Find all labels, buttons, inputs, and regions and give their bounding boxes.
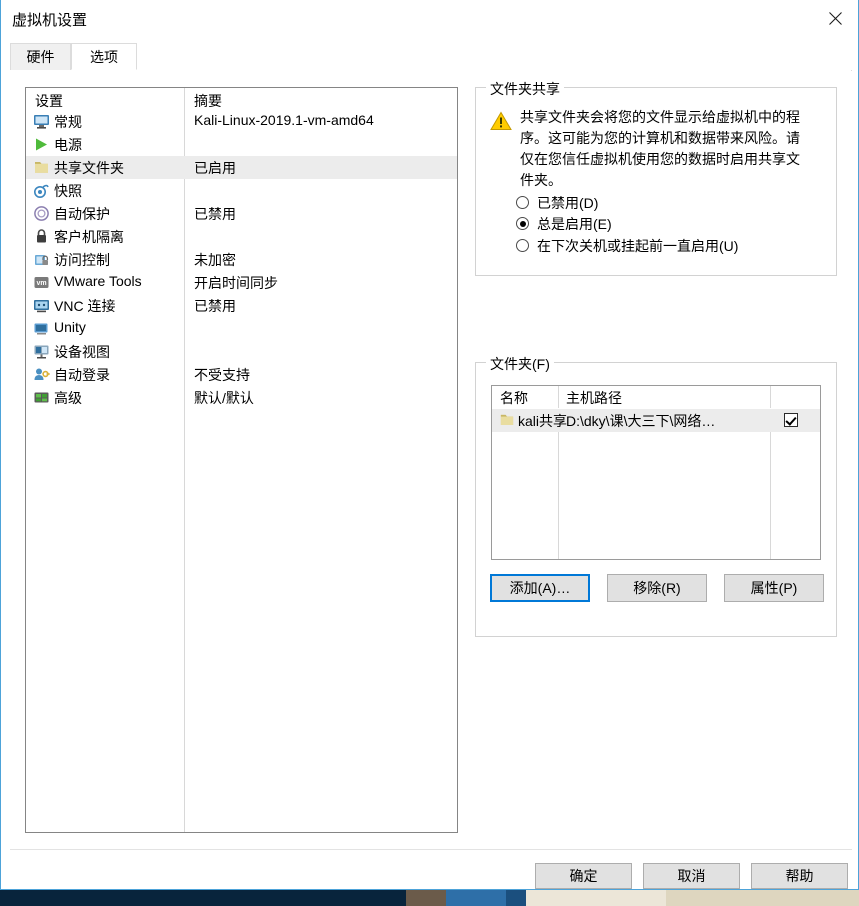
settings-row-summary: 未加密 [194, 252, 236, 268]
content-area: 设置 摘要 常规 Kali-Linux-2019.1-vm-amd64 电源 共… [10, 70, 851, 844]
vm-settings-window: 虚拟机设置 硬件 选项 设置 摘要 常规 Kali-Linux-2019.1-v… [0, 0, 859, 890]
folders-row-host-path: D:\dky\课\大三下\网络… [566, 413, 716, 429]
desktop-region-left [0, 890, 406, 906]
close-button[interactable] [812, 0, 858, 36]
ok-button[interactable]: 确定 [535, 863, 632, 889]
settings-row-summary: 开启时间同步 [194, 275, 278, 291]
settings-list[interactable]: 设置 摘要 常规 Kali-Linux-2019.1-vm-amd64 电源 共… [25, 87, 458, 833]
desktop-region-b [406, 890, 446, 906]
settings-row-label: VNC 连接 [54, 298, 116, 314]
desktop-background-strip [0, 890, 859, 906]
desktop-region-c [446, 890, 506, 906]
settings-list-header: 设置 摘要 [26, 88, 457, 110]
settings-row-guest-isolation[interactable]: 客户机隔离 [26, 225, 457, 248]
tab-hardware[interactable]: 硬件 [10, 43, 71, 70]
settings-row-shared-folders[interactable]: 共享文件夹 已启用 [26, 156, 457, 179]
folder-sharing-warning-text: 共享文件夹会将您的文件显示给虚拟机中的程序。这可能为您的计算机和数据带来风险。请… [520, 109, 800, 188]
monitor-icon [33, 113, 50, 130]
settings-row-advanced[interactable]: 高级 默认/默认 [26, 386, 457, 409]
close-icon [828, 11, 842, 25]
remove-folder-button[interactable]: 移除(R) [607, 574, 707, 602]
settings-row-unity[interactable]: Unity [26, 317, 457, 340]
settings-row-label: 共享文件夹 [54, 160, 124, 176]
settings-row-label: 快照 [54, 183, 82, 199]
settings-row-general[interactable]: 常规 Kali-Linux-2019.1-vm-amd64 [26, 110, 457, 133]
tab-strip: 硬件 选项 [10, 43, 852, 71]
settings-row-label: 高级 [54, 390, 82, 406]
settings-row-access-control[interactable]: 访问控制 未加密 [26, 248, 457, 271]
settings-row-label: 客户机隔离 [54, 229, 124, 245]
settings-row-label: VMware Tools [54, 273, 142, 289]
unity-icon [33, 320, 50, 337]
radio-always-enabled-label: 总是启用(E) [537, 216, 612, 232]
folders-group: 文件夹(F) 名称 主机路径 kali共享 D:\dky\课\大三下\网络… 添… [475, 354, 837, 637]
settings-row-label: 访问控制 [54, 252, 110, 268]
cancel-button[interactable]: 取消 [643, 863, 740, 889]
folders-column-header-path: 主机路径 [566, 390, 622, 406]
folders-table[interactable]: 名称 主机路径 kali共享 D:\dky\课\大三下\网络… [491, 385, 821, 560]
settings-row-summary: Kali-Linux-2019.1-vm-amd64 [194, 112, 374, 128]
settings-row-summary: 已禁用 [194, 298, 236, 314]
radio-always-enabled-mark [516, 217, 529, 230]
radio-until-shutdown-label: 在下次关机或挂起前一直启用(U) [537, 238, 739, 254]
radio-disabled-label: 已禁用(D) [537, 195, 599, 211]
power-play-icon [33, 136, 50, 153]
settings-row-vnc[interactable]: VNC 连接 已禁用 [26, 294, 457, 317]
folders-table-header: 名称 主机路径 [492, 386, 820, 409]
dialog-footer: 确定 取消 帮助 [1, 850, 858, 889]
settings-row-power[interactable]: 电源 [26, 133, 457, 156]
settings-row-label: 自动登录 [54, 367, 110, 383]
settings-row-summary: 已启用 [194, 160, 236, 176]
title-bar: 虚拟机设置 [1, 0, 858, 37]
settings-row-vmware-tools[interactable]: vm VMware Tools 开启时间同步 [26, 271, 457, 294]
help-button[interactable]: 帮助 [751, 863, 848, 889]
settings-row-label: Unity [54, 319, 86, 335]
tab-options-label: 选项 [90, 49, 118, 65]
desktop-region-e [526, 890, 666, 906]
folders-table-row[interactable]: kali共享 D:\dky\课\大三下\网络… [492, 409, 820, 432]
column-header-setting: 设置 [35, 93, 63, 109]
add-folder-button[interactable]: 添加(A)… [490, 574, 590, 602]
advanced-icon [33, 389, 50, 406]
column-header-summary: 摘要 [194, 93, 222, 109]
folders-row-enabled-checkbox[interactable] [784, 413, 798, 427]
settings-row-label: 自动保护 [54, 206, 110, 222]
folders-row-name: kali共享 [518, 413, 568, 429]
tab-options[interactable]: 选项 [71, 43, 137, 70]
vnc-icon [33, 297, 50, 314]
settings-row-label: 电源 [54, 137, 82, 153]
camera-icon [33, 182, 50, 199]
radio-disabled-mark [516, 196, 529, 209]
settings-row-snapshot[interactable]: 快照 [26, 179, 457, 202]
radio-until-shutdown-mark [516, 239, 529, 252]
settings-row-auto-login[interactable]: 自动登录 不受支持 [26, 363, 457, 386]
folders-group-title: 文件夹(F) [486, 354, 554, 374]
desktop-region-d [506, 890, 526, 906]
settings-row-label: 设备视图 [54, 344, 110, 360]
access-control-icon [33, 251, 50, 268]
device-view-icon [33, 343, 50, 360]
autoprotect-icon [33, 205, 50, 222]
folder-sharing-group: 文件夹共享 共享文件夹会将您的文件显示给虚拟机中的程序。这可能为您的计算机和数据… [475, 79, 837, 276]
desktop-region-right [666, 890, 859, 906]
settings-row-summary: 已禁用 [194, 206, 236, 222]
folder-sharing-group-title: 文件夹共享 [486, 79, 564, 99]
folder-properties-button[interactable]: 属性(P) [724, 574, 824, 602]
folder-icon [499, 412, 515, 428]
vmware-tools-icon: vm [33, 274, 50, 291]
settings-row-autoprotect[interactable]: 自动保护 已禁用 [26, 202, 457, 225]
settings-row-summary: 不受支持 [194, 367, 250, 383]
auto-login-icon [33, 366, 50, 383]
lock-icon [33, 228, 50, 245]
svg-text:vm: vm [36, 280, 46, 287]
warning-icon [490, 111, 512, 131]
folder-icon [33, 159, 50, 176]
settings-row-device-view[interactable]: 设备视图 [26, 340, 457, 363]
tab-hardware-label: 硬件 [26, 49, 55, 65]
window-title: 虚拟机设置 [12, 12, 88, 29]
folders-column-header-name: 名称 [500, 390, 528, 406]
settings-row-summary: 默认/默认 [194, 390, 254, 406]
settings-row-label: 常规 [54, 114, 82, 130]
